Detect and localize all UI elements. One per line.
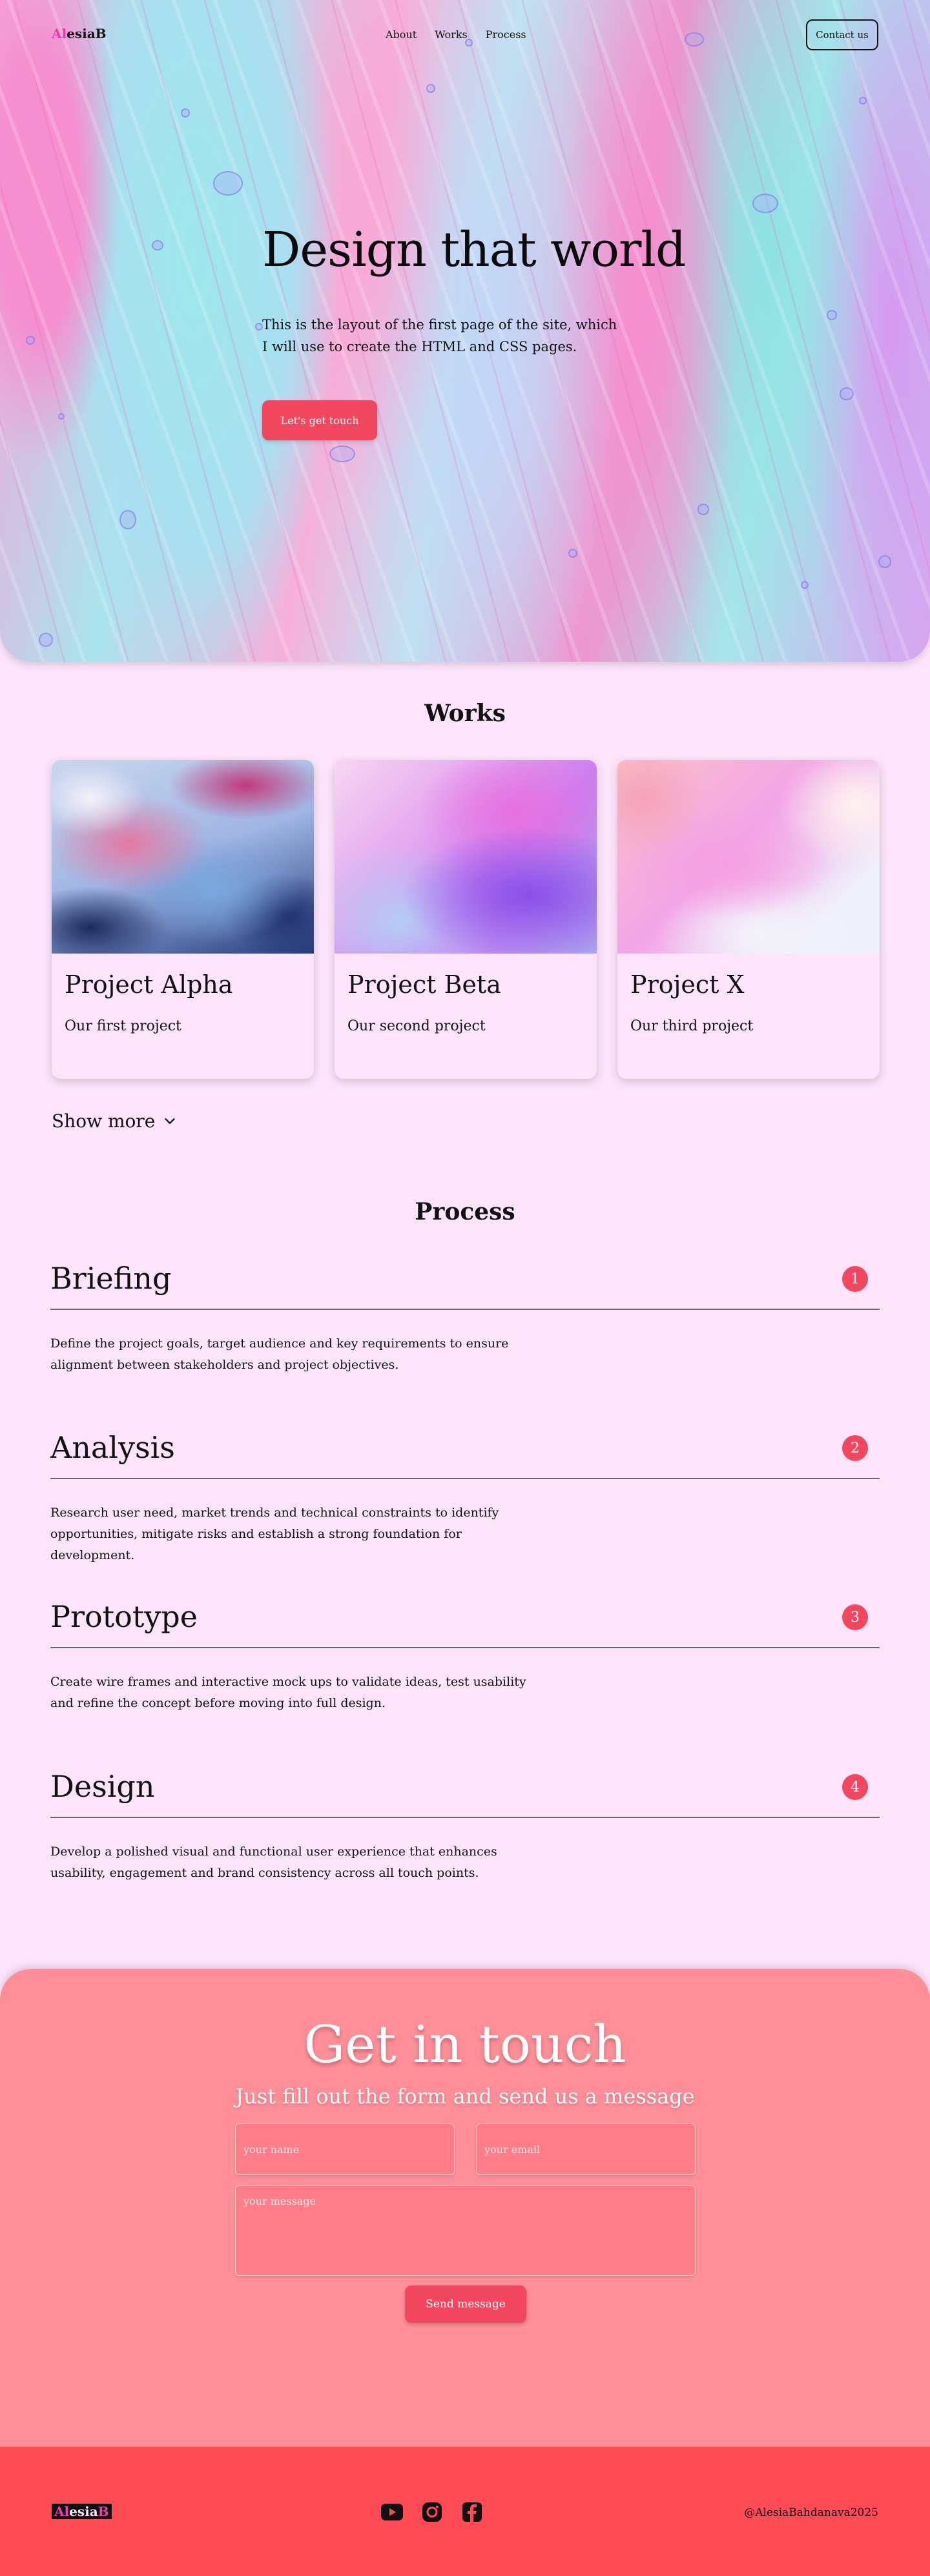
project-description: Our second project xyxy=(347,1018,486,1034)
works-title: Works xyxy=(424,700,506,727)
step-number-badge: 4 xyxy=(842,1774,868,1800)
contact-title: Get in touch xyxy=(304,2014,626,2074)
project-title: Project Beta xyxy=(347,970,501,999)
contact-section: Get in touch Just fill out the form and … xyxy=(0,1969,930,2447)
project-description: Our first project xyxy=(65,1018,181,1034)
instagram-icon[interactable] xyxy=(421,2501,443,2523)
step-description: Develop a polished visual and functional… xyxy=(50,1845,497,1880)
get-in-touch-button[interactable]: Let's get touch xyxy=(262,400,377,440)
step-description: Research user need, market trends and te… xyxy=(50,1506,499,1562)
project-description: Our third project xyxy=(630,1018,754,1034)
step-title: Briefing xyxy=(50,1261,172,1296)
nav-menu: About Works Process xyxy=(386,28,526,41)
footer-logo[interactable]: AlesiaB xyxy=(52,2504,112,2519)
copyright-credit: @AlesiaBahdanava2025 xyxy=(744,2506,878,2519)
nav-link-process[interactable]: Process xyxy=(486,28,526,41)
message-field[interactable] xyxy=(235,2185,696,2276)
divider xyxy=(50,1309,880,1310)
nav-link-about[interactable]: About xyxy=(386,28,417,41)
divider xyxy=(50,1478,880,1479)
show-more-button[interactable]: Show more xyxy=(52,1110,177,1132)
step-description: Create wire frames and interactive mock … xyxy=(50,1675,526,1710)
project-card-beta[interactable]: Project Beta Our second project xyxy=(335,760,597,1079)
facebook-icon[interactable] xyxy=(461,2501,483,2523)
project-image xyxy=(52,760,314,954)
process-title: Process xyxy=(415,1198,515,1225)
name-field[interactable] xyxy=(235,2123,455,2175)
project-card-x[interactable]: Project X Our third project xyxy=(617,760,880,1079)
contact-us-button[interactable]: Contact us xyxy=(806,19,878,50)
show-more-label: Show more xyxy=(52,1110,156,1132)
page: AlesiaB About Works Process Contact us D… xyxy=(0,0,930,2576)
project-image xyxy=(335,760,597,954)
divider xyxy=(50,1817,880,1818)
social-links xyxy=(381,2501,483,2523)
hero-description: This is the layout of the first page of … xyxy=(262,317,617,354)
project-title: Project Alpha xyxy=(65,970,233,999)
project-card-alpha[interactable]: Project Alpha Our first project xyxy=(52,760,314,1079)
email-field[interactable] xyxy=(476,2123,696,2175)
nav-link-works[interactable]: Works xyxy=(435,28,468,41)
step-title: Analysis xyxy=(50,1430,175,1465)
project-title: Project X xyxy=(630,970,745,999)
step-description: Define the project goals, target audienc… xyxy=(50,1336,509,1372)
youtube-icon[interactable] xyxy=(381,2501,403,2523)
step-number-badge: 3 xyxy=(842,1604,868,1630)
top-navigation: AlesiaB About Works Process Contact us xyxy=(52,18,878,53)
step-title: Design xyxy=(50,1769,155,1804)
chevron-down-icon xyxy=(165,1118,175,1124)
footer: AlesiaB @AlesiaBahdanava2025 xyxy=(0,2447,930,2576)
logo[interactable]: AlesiaB xyxy=(52,26,107,41)
hero-section: AlesiaB About Works Process Contact us D… xyxy=(0,0,930,662)
divider xyxy=(50,1647,880,1648)
step-number-badge: 1 xyxy=(842,1266,868,1292)
hero-title: Design that world xyxy=(262,222,686,278)
project-image xyxy=(617,760,880,954)
step-number-badge: 2 xyxy=(842,1435,868,1461)
send-message-button[interactable]: Send message xyxy=(405,2285,526,2323)
step-title: Prototype xyxy=(50,1599,198,1634)
contact-subtitle: Just fill out the form and send us a mes… xyxy=(235,2084,695,2109)
